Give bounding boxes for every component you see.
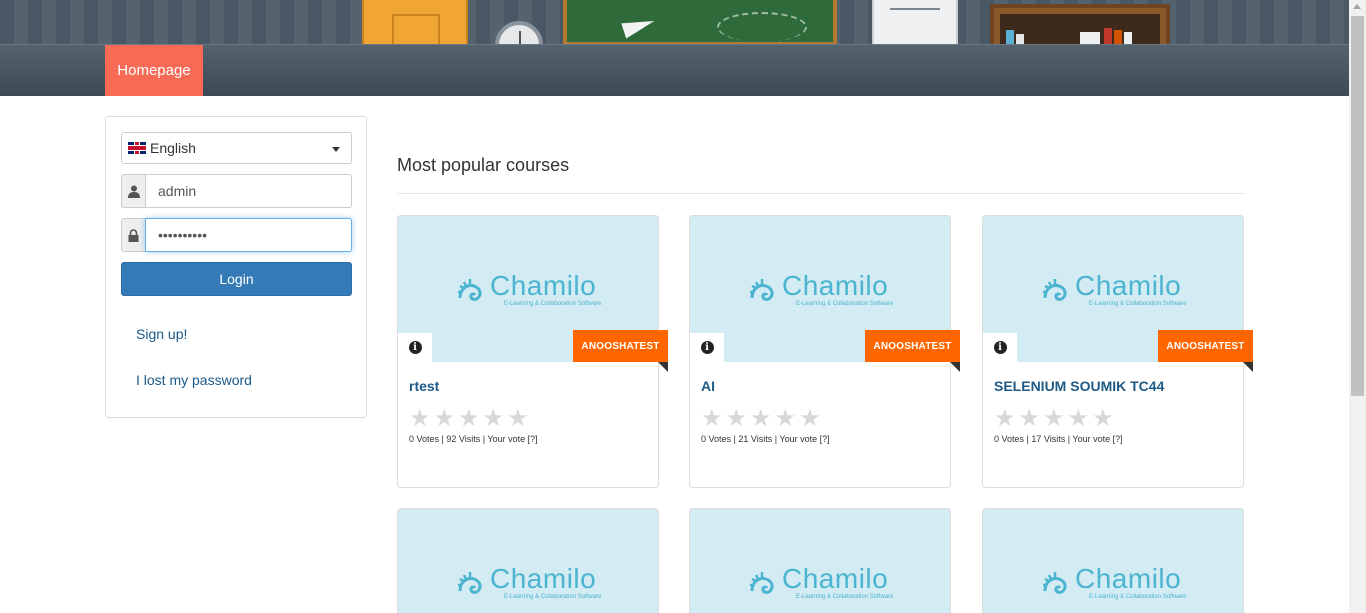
language-selected-value: English [150,140,196,156]
course-title-link[interactable]: rtest [409,378,439,394]
course-card[interactable]: Chamilo E-Learning & Collaboration Softw… [689,215,960,488]
chamilo-logo: Chamilo E-Learning & Collaboration Softw… [748,563,898,603]
uk-flag-icon [128,142,146,154]
login-button[interactable]: Login [121,262,352,296]
course-info-button[interactable]: i [983,333,1017,362]
user-icon [121,174,145,208]
course-stats: 0 Votes | 21 Visits | Your vote [?] [701,434,830,444]
section-divider [397,193,1245,194]
badge-fold [950,362,960,372]
page-scrollbar[interactable] [1349,0,1366,613]
star-icon[interactable]: ★ [775,407,797,431]
star-icon[interactable]: ★ [507,407,529,431]
course-card[interactable]: Chamilo E-Learning & Collaboration Softw… [982,215,1253,488]
star-icon[interactable]: ★ [701,407,723,431]
star-icon[interactable]: ★ [409,407,431,431]
rating-stars[interactable]: ★ ★ ★ ★ ★ [409,407,529,431]
scroll-thumb[interactable] [1351,16,1364,396]
info-icon: i [408,341,422,354]
course-category-badge: ANOOSHATEST [573,330,668,362]
chamilo-logo: Chamilo E-Learning & Collaboration Softw… [456,270,606,310]
password-field[interactable] [145,218,352,252]
username-group [121,174,352,208]
course-card-partial[interactable]: Chamilo E-Learning & Collaboration Softw… [982,508,1244,613]
star-icon[interactable]: ★ [750,407,772,431]
lock-icon [121,218,145,252]
username-field[interactable] [145,174,352,208]
star-icon[interactable]: ★ [458,407,480,431]
header-banner [0,0,1349,44]
star-icon[interactable]: ★ [1068,407,1090,431]
course-category-badge: ANOOSHATEST [1158,330,1253,362]
course-title-link[interactable]: AI [701,378,715,394]
badge-fold [658,362,668,372]
banner-clock-illustration [495,21,543,44]
main-navbar: Homepage [0,44,1349,96]
chamilo-logo: Chamilo E-Learning & Collaboration Softw… [1041,563,1191,603]
rating-stars[interactable]: ★ ★ ★ ★ ★ [994,407,1114,431]
course-info-button[interactable]: i [690,333,724,362]
section-title: Most popular courses [397,155,570,175]
chamilo-logo: Chamilo E-Learning & Collaboration Softw… [456,563,606,603]
chamilo-logo: Chamilo E-Learning & Collaboration Softw… [1041,270,1191,310]
info-icon: i [700,341,714,354]
badge-fold [1243,362,1253,372]
course-card-partial[interactable]: Chamilo E-Learning & Collaboration Softw… [397,508,659,613]
nav-homepage-tab[interactable]: Homepage [105,45,203,96]
chamilo-logo: Chamilo E-Learning & Collaboration Softw… [748,270,898,310]
banner-bookshelf-illustration [990,4,1170,44]
course-info-button[interactable]: i [398,333,432,362]
star-icon[interactable]: ★ [483,407,505,431]
course-category-badge: ANOOSHATEST [865,330,960,362]
course-stats: 0 Votes | 92 Visits | Your vote [?] [409,434,538,444]
banner-chalkboard-illustration [563,0,837,44]
password-group [121,218,352,252]
banner-frame-illustration [872,0,958,44]
course-card[interactable]: Chamilo E-Learning & Collaboration Softw… [397,215,668,488]
star-icon[interactable]: ★ [1019,407,1041,431]
rating-stars[interactable]: ★ ★ ★ ★ ★ [701,407,821,431]
star-icon[interactable]: ★ [799,407,821,431]
info-icon: i [993,341,1007,354]
star-icon[interactable]: ★ [434,407,456,431]
star-icon[interactable]: ★ [726,407,748,431]
course-stats: 0 Votes | 17 Visits | Your vote [?] [994,434,1123,444]
login-panel: English Login Sign up! I lost my passwor… [105,116,367,418]
course-title-link[interactable]: SELENIUM SOUMIK TC44 [994,378,1164,394]
star-icon[interactable]: ★ [994,407,1016,431]
star-icon[interactable]: ★ [1092,407,1114,431]
star-icon[interactable]: ★ [1043,407,1065,431]
chevron-down-icon [332,147,340,152]
language-select[interactable]: English [121,132,352,164]
lost-password-link[interactable]: I lost my password [136,372,252,388]
scroll-up-arrow-icon[interactable] [1353,4,1361,9]
course-card-partial[interactable]: Chamilo E-Learning & Collaboration Softw… [689,508,951,613]
banner-door-illustration [362,0,468,44]
signup-link[interactable]: Sign up! [136,326,187,342]
